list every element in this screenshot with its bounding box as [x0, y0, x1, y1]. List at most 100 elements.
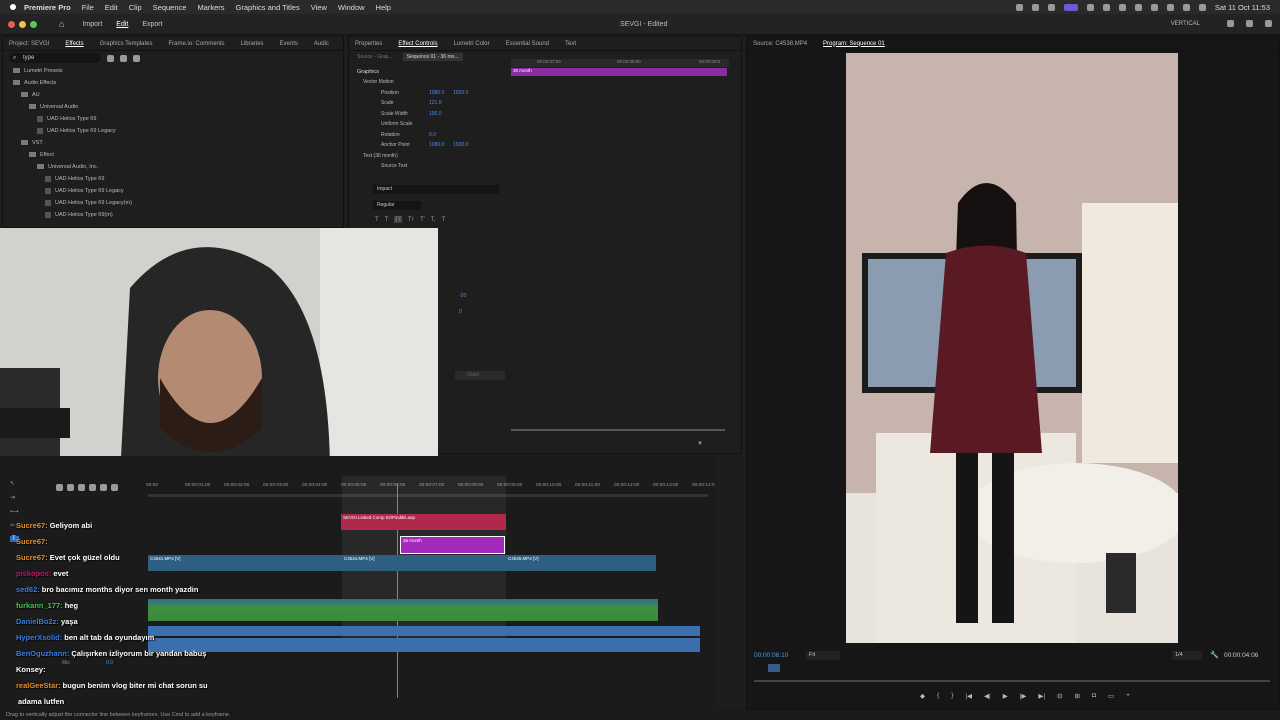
- allcaps-button[interactable]: TT: [394, 217, 402, 223]
- selection-tool-icon[interactable]: ↖: [10, 480, 19, 487]
- effects-tree-item[interactable]: UAD Helios Type 69(m): [3, 209, 343, 221]
- ec-property-row[interactable]: Uniform Scale: [357, 121, 507, 132]
- program-playhead[interactable]: [768, 664, 780, 672]
- effects-tree-item[interactable]: UAD Helios Type 69 Legacy: [3, 125, 343, 137]
- insert-icon[interactable]: ⊟: [1057, 692, 1062, 700]
- tab-project[interactable]: Project: SEVGI: [9, 41, 49, 47]
- menu-markers[interactable]: Markers: [197, 3, 224, 12]
- smallcaps-button[interactable]: Tт: [408, 217, 414, 223]
- ec-clip-bar[interactable]: 36 month: [511, 68, 727, 76]
- overwrite-icon[interactable]: ⊞: [1075, 692, 1080, 700]
- video-clip-3[interactable]: C4546.MP4 [V]: [506, 555, 656, 571]
- close-icon[interactable]: [8, 20, 15, 28]
- wifi-icon[interactable]: [1166, 3, 1174, 11]
- ec-property-row[interactable]: Source Text: [357, 163, 507, 174]
- ec-property-row[interactable]: Scale 121.0: [357, 100, 507, 111]
- audio-clip-a3[interactable]: [148, 638, 700, 652]
- program-scrubber[interactable]: [754, 680, 1270, 682]
- tab-source-monitor[interactable]: Source: C4538.MP4: [753, 41, 807, 47]
- menu-help[interactable]: Help: [376, 3, 391, 12]
- play-icon[interactable]: ▶: [1003, 692, 1008, 700]
- nest-icon[interactable]: [56, 483, 63, 491]
- status-icon[interactable]: [1015, 3, 1023, 11]
- effects-tree-item[interactable]: AU: [3, 89, 343, 101]
- audio-clip-a2[interactable]: [148, 626, 700, 636]
- mark-out-icon[interactable]: }: [951, 692, 953, 700]
- stroke-position-select[interactable]: Outer: [455, 371, 505, 380]
- menu-sequence[interactable]: Sequence: [153, 3, 187, 12]
- battery-icon[interactable]: [1150, 3, 1158, 11]
- font-select[interactable]: Impact: [373, 185, 499, 194]
- accelerated-icon[interactable]: [107, 54, 114, 62]
- tab-events[interactable]: Events: [280, 41, 298, 47]
- tab-properties[interactable]: Properties: [355, 41, 382, 47]
- menu-edit[interactable]: Edit: [105, 3, 118, 12]
- ec-property-row[interactable]: Scale Width 100.0: [357, 111, 507, 122]
- yuv-icon[interactable]: [133, 54, 140, 62]
- tab-graphics-templates[interactable]: Graphics Templates: [100, 41, 153, 47]
- search-icon[interactable]: [1182, 3, 1190, 11]
- fullscreen-icon[interactable]: [1265, 20, 1272, 27]
- tab-program-monitor[interactable]: Program: Sequence 01: [823, 41, 885, 47]
- home-icon[interactable]: ⌂: [59, 19, 64, 29]
- 32bit-icon[interactable]: [120, 54, 127, 62]
- menu-file[interactable]: File: [82, 3, 94, 12]
- ec-property-row[interactable]: Vector Motion: [357, 79, 507, 90]
- button-editor-icon[interactable]: +: [1126, 692, 1130, 700]
- effects-tree-item[interactable]: Audio Effects: [3, 77, 343, 89]
- ec-property-value[interactable]: 121.0: [429, 100, 442, 106]
- ec-property-row[interactable]: Text (36 month): [357, 153, 507, 164]
- ec-property-row[interactable]: Anchor Point 1080.0 1920.0: [357, 142, 507, 153]
- filter-icon[interactable]: ▼: [697, 441, 703, 447]
- settings-icon[interactable]: [100, 483, 107, 491]
- linked-comp-clip[interactable]: SEVGI Linked Comp 02/Pindikil.aep: [341, 514, 506, 530]
- workspace-label[interactable]: VERTICAL: [1171, 21, 1200, 27]
- quick-export-icon[interactable]: [1246, 20, 1253, 27]
- effects-tree-item[interactable]: UAD Helios Type 69: [3, 173, 343, 185]
- go-to-in-icon[interactable]: |◀: [965, 692, 972, 700]
- effects-tree-item[interactable]: VST: [3, 137, 343, 149]
- tab-export[interactable]: Export: [142, 21, 162, 28]
- step-back-icon[interactable]: ◀|: [984, 692, 991, 700]
- tab-effects[interactable]: Effects: [65, 41, 83, 47]
- video-clip-2[interactable]: C4544.MP4 [V]: [342, 555, 506, 571]
- zoom-icon[interactable]: [30, 20, 37, 28]
- apple-icon[interactable]: [10, 4, 16, 10]
- snap-icon[interactable]: [67, 483, 74, 491]
- sequence-clip-label[interactable]: Sequence 01 - 36 mo...: [402, 53, 463, 61]
- tab-essential-sound[interactable]: Essential Sound: [506, 41, 549, 47]
- clock[interactable]: Sat 11 Oct 11:53: [1215, 3, 1270, 12]
- font-style-select[interactable]: Regular: [373, 201, 421, 210]
- control-center-icon[interactable]: [1198, 3, 1206, 11]
- export-frame-icon[interactable]: ◘: [1092, 692, 1096, 700]
- extra-value-1[interactable]: -20: [459, 293, 466, 299]
- effects-search-input[interactable]: ⌕ type: [9, 53, 101, 63]
- tab-lumetri-color[interactable]: Lumetri Color: [454, 41, 490, 47]
- program-timecode[interactable]: 00:00:06:10: [754, 652, 788, 659]
- bold-button[interactable]: T: [375, 217, 379, 223]
- step-forward-icon[interactable]: |▶: [1020, 692, 1027, 700]
- mix-value[interactable]: 0.0: [106, 660, 113, 666]
- ec-property-value[interactable]: 1080.0: [429, 142, 444, 148]
- ripple-edit-icon[interactable]: ⟷: [10, 508, 19, 515]
- add-marker-icon[interactable]: ◆: [920, 692, 925, 700]
- source-clip-label[interactable]: Source - Grap...: [357, 54, 393, 60]
- ec-property-row[interactable]: Position 1080.0 1920.0: [357, 90, 507, 101]
- ec-property-value[interactable]: 0.0: [429, 132, 436, 138]
- tab-import[interactable]: Import: [82, 21, 102, 28]
- ec-property-value[interactable]: 100.0: [429, 111, 442, 117]
- subscript-button[interactable]: T,: [431, 217, 436, 223]
- ec-timeline-ruler[interactable]: 00:00:07:00 00:00:08:00 00:00:09:0: [511, 59, 729, 67]
- menu-view[interactable]: View: [311, 3, 327, 12]
- italic-button[interactable]: T: [385, 217, 389, 223]
- linked-selection-icon[interactable]: [78, 483, 85, 491]
- menu-clip[interactable]: Clip: [129, 3, 142, 12]
- effects-tree-item[interactable]: UAD Helios Type 69: [3, 113, 343, 125]
- status-icon[interactable]: [1086, 3, 1094, 11]
- effects-tree-item[interactable]: Effect: [3, 149, 343, 161]
- track-select-icon[interactable]: ⇥: [10, 494, 19, 501]
- ec-zoom-scrollbar[interactable]: [511, 429, 725, 431]
- effects-tree-item[interactable]: Universal Audio, Inc.: [3, 161, 343, 173]
- record-icon[interactable]: [1063, 3, 1078, 11]
- menu-window[interactable]: Window: [338, 3, 365, 12]
